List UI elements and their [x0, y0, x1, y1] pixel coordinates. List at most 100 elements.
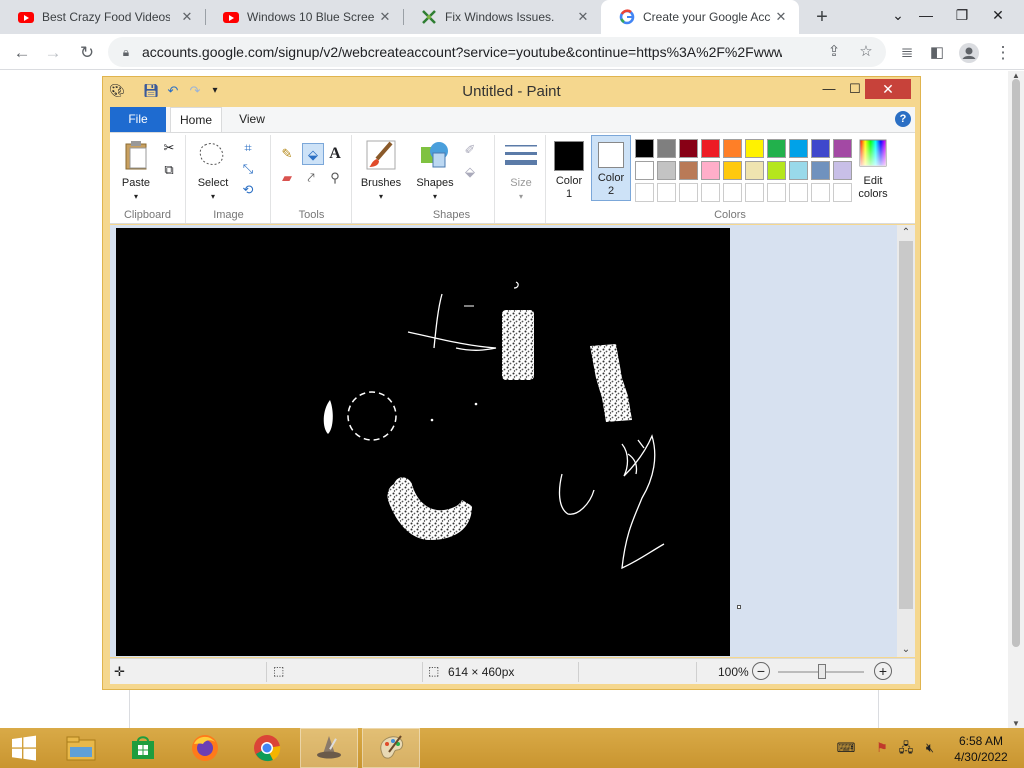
outline-icon[interactable]: ✐ [461, 141, 479, 159]
drawing-canvas[interactable] [116, 228, 730, 656]
help-icon[interactable]: ? [895, 111, 911, 127]
browser-tab-food-videos[interactable]: Best Crazy Food Videos T ✕ [0, 0, 205, 34]
fill-bucket-icon[interactable]: ⬙ [302, 143, 324, 165]
close-browser-button[interactable]: ✕ [980, 0, 1016, 30]
tab-view[interactable]: View [226, 107, 278, 132]
palette-color-swatch[interactable] [767, 183, 786, 202]
scroll-down-arrow-icon[interactable]: ⌄ [897, 644, 915, 655]
color-1-button[interactable]: Color 1 [549, 137, 589, 201]
close-tab-icon[interactable]: ✕ [575, 9, 591, 25]
palette-color-swatch[interactable] [657, 183, 676, 202]
pencil-icon[interactable]: ✎ [278, 145, 296, 163]
rotate-icon[interactable]: ⟲ [239, 181, 257, 199]
palette-color-swatch[interactable] [833, 161, 852, 180]
share-icon[interactable]: ⇪ [824, 42, 844, 62]
restore-browser-button[interactable]: ❐ [944, 0, 980, 30]
tab-file[interactable]: File [110, 107, 166, 132]
close-paint-button[interactable]: ✕ [865, 79, 911, 99]
palette-color-swatch[interactable] [723, 183, 742, 202]
firefox-icon[interactable] [176, 728, 234, 768]
palette-color-swatch[interactable] [723, 161, 742, 180]
size-button[interactable]: Size ▾ [500, 139, 542, 203]
lock-icon[interactable]: 🔒︎ [116, 42, 136, 62]
canvas-resize-handle[interactable] [737, 605, 741, 609]
palette-color-swatch[interactable] [811, 183, 830, 202]
palette-color-swatch[interactable] [635, 139, 654, 158]
palette-color-swatch[interactable] [635, 183, 654, 202]
page-scrollbar[interactable]: ▲ ▼ [1008, 71, 1024, 728]
close-tab-icon[interactable]: ✕ [179, 9, 195, 25]
browser-tab-fix-windows[interactable]: Fix Windows Issues. ✕ [403, 0, 601, 34]
close-tab-icon[interactable]: ✕ [773, 9, 789, 25]
resize-icon[interactable]: ⤡ [239, 160, 257, 178]
scroll-down-arrow-icon[interactable]: ▼ [1008, 719, 1024, 728]
system-clock[interactable]: 6:58 AM 4/30/2022 [948, 733, 1014, 765]
volume-muted-icon[interactable]: 🔇︎ [920, 738, 940, 758]
palette-color-swatch[interactable] [657, 161, 676, 180]
palette-color-swatch[interactable] [833, 183, 852, 202]
palette-color-swatch[interactable] [635, 161, 654, 180]
text-tool-icon[interactable]: A [326, 145, 344, 163]
bookmark-star-icon[interactable]: ☆ [856, 42, 876, 62]
paint-title-bar[interactable]: 🎨︎ 💾︎ ↶ ↷ ▾ Untitled - Paint — ☐ ✕ [103, 77, 920, 106]
keyboard-icon[interactable]: ⌨ [832, 738, 860, 758]
palette-color-swatch[interactable] [701, 139, 720, 158]
minimize-browser-button[interactable]: — [908, 0, 944, 30]
canvas-scrollbar[interactable]: ⌃ ⌄ [897, 225, 915, 657]
reload-icon[interactable]: ↻ [74, 40, 100, 66]
palette-color-swatch[interactable] [767, 139, 786, 158]
chrome-icon[interactable] [238, 728, 296, 768]
side-panel-icon[interactable]: ◧ [924, 40, 950, 66]
wizard-app-icon[interactable] [300, 728, 358, 768]
palette-color-swatch[interactable] [701, 183, 720, 202]
copy-icon[interactable]: ⧉ [160, 161, 178, 179]
zoom-out-button[interactable]: − [752, 662, 770, 680]
forward-arrow-icon[interactable]: → [40, 40, 66, 66]
palette-color-swatch[interactable] [811, 139, 830, 158]
select-button[interactable]: Select ▾ [193, 139, 233, 203]
browser-tab-blue-screen[interactable]: Windows 10 Blue Screen ✕ [205, 0, 403, 34]
reading-list-icon[interactable]: ≣ [894, 40, 920, 66]
cut-icon[interactable]: ✂ [160, 139, 178, 157]
crop-icon[interactable]: ⌗ [239, 139, 257, 157]
eraser-icon[interactable]: ▰ [278, 169, 296, 187]
new-tab-button[interactable]: + [810, 6, 834, 28]
tab-home[interactable]: Home [170, 107, 222, 132]
palette-color-swatch[interactable] [789, 139, 808, 158]
page-scroll-thumb[interactable] [1012, 79, 1020, 647]
palette-color-swatch[interactable] [701, 161, 720, 180]
profile-avatar-icon[interactable] [956, 40, 982, 66]
brushes-button[interactable]: Brushes ▾ [357, 139, 405, 203]
palette-color-swatch[interactable] [767, 161, 786, 180]
palette-color-swatch[interactable] [789, 161, 808, 180]
palette-color-swatch[interactable] [811, 161, 830, 180]
scroll-up-arrow-icon[interactable]: ⌃ [897, 227, 915, 238]
zoom-slider-thumb[interactable] [818, 664, 826, 679]
edit-colors-button[interactable]: Edit colors [851, 137, 895, 201]
action-center-icon[interactable]: ⚑ [872, 738, 892, 758]
palette-color-swatch[interactable] [723, 139, 742, 158]
paste-button[interactable]: Paste ▾ [116, 139, 156, 203]
palette-color-swatch[interactable] [679, 183, 698, 202]
magnifier-icon[interactable]: ⚲ [326, 169, 344, 187]
palette-color-swatch[interactable] [745, 161, 764, 180]
palette-color-swatch[interactable] [789, 183, 808, 202]
fill-icon[interactable]: ⬙ [461, 163, 479, 181]
paint-icon[interactable] [362, 728, 420, 768]
back-arrow-icon[interactable]: ← [9, 40, 35, 66]
zoom-in-button[interactable]: + [874, 662, 892, 680]
palette-color-swatch[interactable] [679, 139, 698, 158]
shapes-button[interactable]: Shapes ▾ [413, 139, 457, 203]
palette-color-swatch[interactable] [833, 139, 852, 158]
network-icon[interactable]: 🖧︎ [896, 738, 916, 758]
palette-color-swatch[interactable] [745, 183, 764, 202]
start-button[interactable] [0, 728, 48, 768]
url-text[interactable]: accounts.google.com/signup/v2/webcreatea… [142, 44, 782, 60]
close-tab-icon[interactable]: ✕ [377, 9, 393, 25]
palette-color-swatch[interactable] [679, 161, 698, 180]
palette-color-swatch[interactable] [745, 139, 764, 158]
canvas-scroll-thumb[interactable] [899, 241, 913, 609]
color-picker-icon[interactable]: ⤤ [302, 169, 320, 187]
file-explorer-icon[interactable] [52, 728, 110, 768]
palette-color-swatch[interactable] [657, 139, 676, 158]
